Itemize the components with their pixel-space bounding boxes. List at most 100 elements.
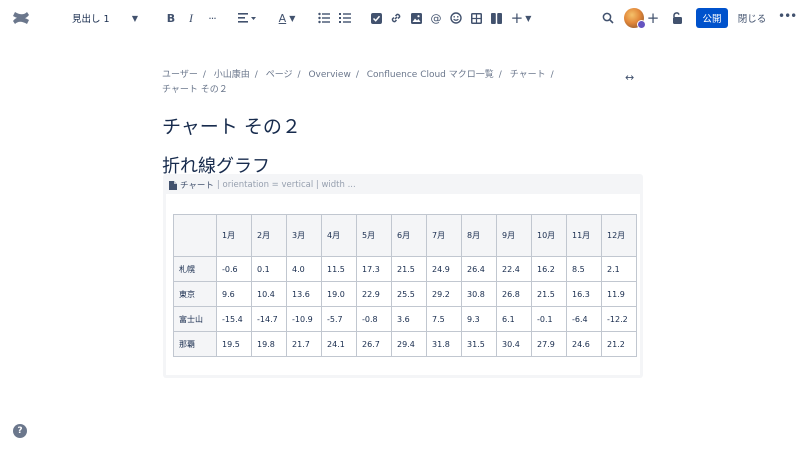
table-row-header[interactable]: 札幌	[173, 256, 217, 282]
page-title[interactable]: チャート その２	[162, 112, 301, 139]
table-header-cell[interactable]: 10月	[531, 214, 567, 257]
table-cell[interactable]: 4.0	[286, 256, 322, 282]
table-cell[interactable]: 26.8	[496, 281, 532, 307]
table-cell[interactable]: -0.6	[216, 256, 252, 282]
table-cell[interactable]: 29.4	[391, 331, 427, 357]
link-icon[interactable]	[389, 9, 403, 27]
publish-button[interactable]: 公開	[696, 8, 728, 28]
text-color-button[interactable]: A ▼	[276, 9, 298, 27]
close-button[interactable]: 閉じる	[736, 8, 768, 28]
table-cell[interactable]: 11.5	[321, 256, 357, 282]
chart-macro[interactable]: チャート | orientation = vertical | width ..…	[163, 174, 643, 378]
breadcrumb-item[interactable]: Confluence Cloud マクロ一覧	[367, 70, 494, 80]
table-cell[interactable]: -10.9	[286, 306, 322, 332]
table-cell[interactable]: 30.8	[461, 281, 497, 307]
table-cell[interactable]: -15.4	[216, 306, 252, 332]
table-icon[interactable]	[469, 9, 483, 27]
table-header-cell[interactable]: 4月	[321, 214, 357, 257]
heading-style-select[interactable]: 見出し 1 ▼	[64, 9, 142, 27]
table-cell[interactable]: 24.6	[566, 331, 602, 357]
table-cell[interactable]: 7.5	[426, 306, 462, 332]
table-cell[interactable]: 21.7	[286, 331, 322, 357]
image-icon[interactable]	[409, 9, 423, 27]
table-row-header[interactable]: 那覇	[173, 331, 217, 357]
table-cell[interactable]: 19.0	[321, 281, 357, 307]
table-cell[interactable]: 31.8	[426, 331, 462, 357]
table-corner-cell[interactable]	[173, 214, 217, 257]
table-header-cell[interactable]: 1月	[216, 214, 252, 257]
table-row-header[interactable]: 東京	[173, 281, 217, 307]
table-cell[interactable]: 19.8	[251, 331, 287, 357]
table-header-cell[interactable]: 6月	[391, 214, 427, 257]
table-cell[interactable]: -14.7	[251, 306, 287, 332]
task-checkbox-icon[interactable]	[369, 9, 383, 27]
table-cell[interactable]: -0.8	[356, 306, 392, 332]
table-cell[interactable]: 16.2	[531, 256, 567, 282]
table-cell[interactable]: 11.9	[601, 281, 637, 307]
bullet-list-icon[interactable]	[317, 9, 331, 27]
table-row-header[interactable]: 富士山	[173, 306, 217, 332]
table-cell[interactable]: 3.6	[391, 306, 427, 332]
emoji-icon[interactable]	[449, 9, 463, 27]
table-cell[interactable]: 29.2	[426, 281, 462, 307]
find-replace-button[interactable]	[601, 9, 615, 27]
layout-columns-icon[interactable]	[489, 9, 503, 27]
table-cell[interactable]: -12.2	[601, 306, 637, 332]
table-cell[interactable]: 24.1	[321, 331, 357, 357]
table-cell[interactable]: 21.5	[391, 256, 427, 282]
table-header-cell[interactable]: 11月	[566, 214, 602, 257]
macro-header[interactable]: チャート | orientation = vertical | width ..…	[169, 179, 356, 191]
breadcrumb-item[interactable]: ページ	[266, 70, 293, 80]
invite-plus-icon[interactable]: +	[646, 9, 660, 27]
table-cell[interactable]: 26.4	[461, 256, 497, 282]
table-cell[interactable]: 13.6	[286, 281, 322, 307]
table-cell[interactable]: 21.2	[601, 331, 637, 357]
restrictions-button[interactable]	[670, 9, 684, 27]
italic-button[interactable]: I	[184, 9, 198, 27]
table-cell[interactable]: 22.4	[496, 256, 532, 282]
table-cell[interactable]: 21.5	[531, 281, 567, 307]
help-icon[interactable]: ?	[13, 424, 27, 438]
table-cell[interactable]: 26.7	[356, 331, 392, 357]
table-cell[interactable]: 16.3	[566, 281, 602, 307]
table-cell[interactable]: 8.5	[566, 256, 602, 282]
more-actions-icon[interactable]: •••	[778, 9, 797, 23]
full-width-toggle-icon[interactable]: ↔	[625, 71, 634, 84]
table-header-cell[interactable]: 7月	[426, 214, 462, 257]
table-cell[interactable]: 22.9	[356, 281, 392, 307]
table-cell[interactable]: 19.5	[216, 331, 252, 357]
table-cell[interactable]: 24.9	[426, 256, 462, 282]
table-cell[interactable]: -5.7	[321, 306, 357, 332]
table-cell[interactable]: 31.5	[461, 331, 497, 357]
table-cell[interactable]: 30.4	[496, 331, 532, 357]
breadcrumb-item[interactable]: チャート その２	[162, 85, 228, 95]
table-header-cell[interactable]: 5月	[356, 214, 392, 257]
bold-button[interactable]: B	[164, 9, 178, 27]
breadcrumb-item[interactable]: チャート	[510, 70, 546, 80]
table-header-cell[interactable]: 2月	[251, 214, 287, 257]
confluence-logo-icon[interactable]	[12, 9, 30, 27]
table-cell[interactable]: 9.6	[216, 281, 252, 307]
alignment-button[interactable]	[236, 9, 258, 27]
table-cell[interactable]: 27.9	[531, 331, 567, 357]
breadcrumb-item[interactable]: Overview	[308, 70, 350, 80]
table-cell[interactable]: 10.4	[251, 281, 287, 307]
table-header-cell[interactable]: 9月	[496, 214, 532, 257]
table-cell[interactable]: -0.1	[531, 306, 567, 332]
table-cell[interactable]: 6.1	[496, 306, 532, 332]
breadcrumb-item[interactable]: ユーザー	[162, 70, 198, 80]
table-header-cell[interactable]: 12月	[601, 214, 637, 257]
table-header-cell[interactable]: 3月	[286, 214, 322, 257]
table-cell[interactable]: 0.1	[251, 256, 287, 282]
table-cell[interactable]: 17.3	[356, 256, 392, 282]
table-cell[interactable]: -6.4	[566, 306, 602, 332]
insert-more-button[interactable]: + ▼	[510, 9, 532, 27]
table-cell[interactable]: 2.1	[601, 256, 637, 282]
table-cell[interactable]: 25.5	[391, 281, 427, 307]
mention-icon[interactable]: @	[429, 9, 443, 27]
table-header-cell[interactable]: 8月	[461, 214, 497, 257]
numbered-list-icon[interactable]	[338, 9, 352, 27]
breadcrumb-item[interactable]: 小山康由	[214, 70, 250, 80]
more-formatting-button[interactable]: ···	[203, 9, 221, 27]
table-cell[interactable]: 9.3	[461, 306, 497, 332]
